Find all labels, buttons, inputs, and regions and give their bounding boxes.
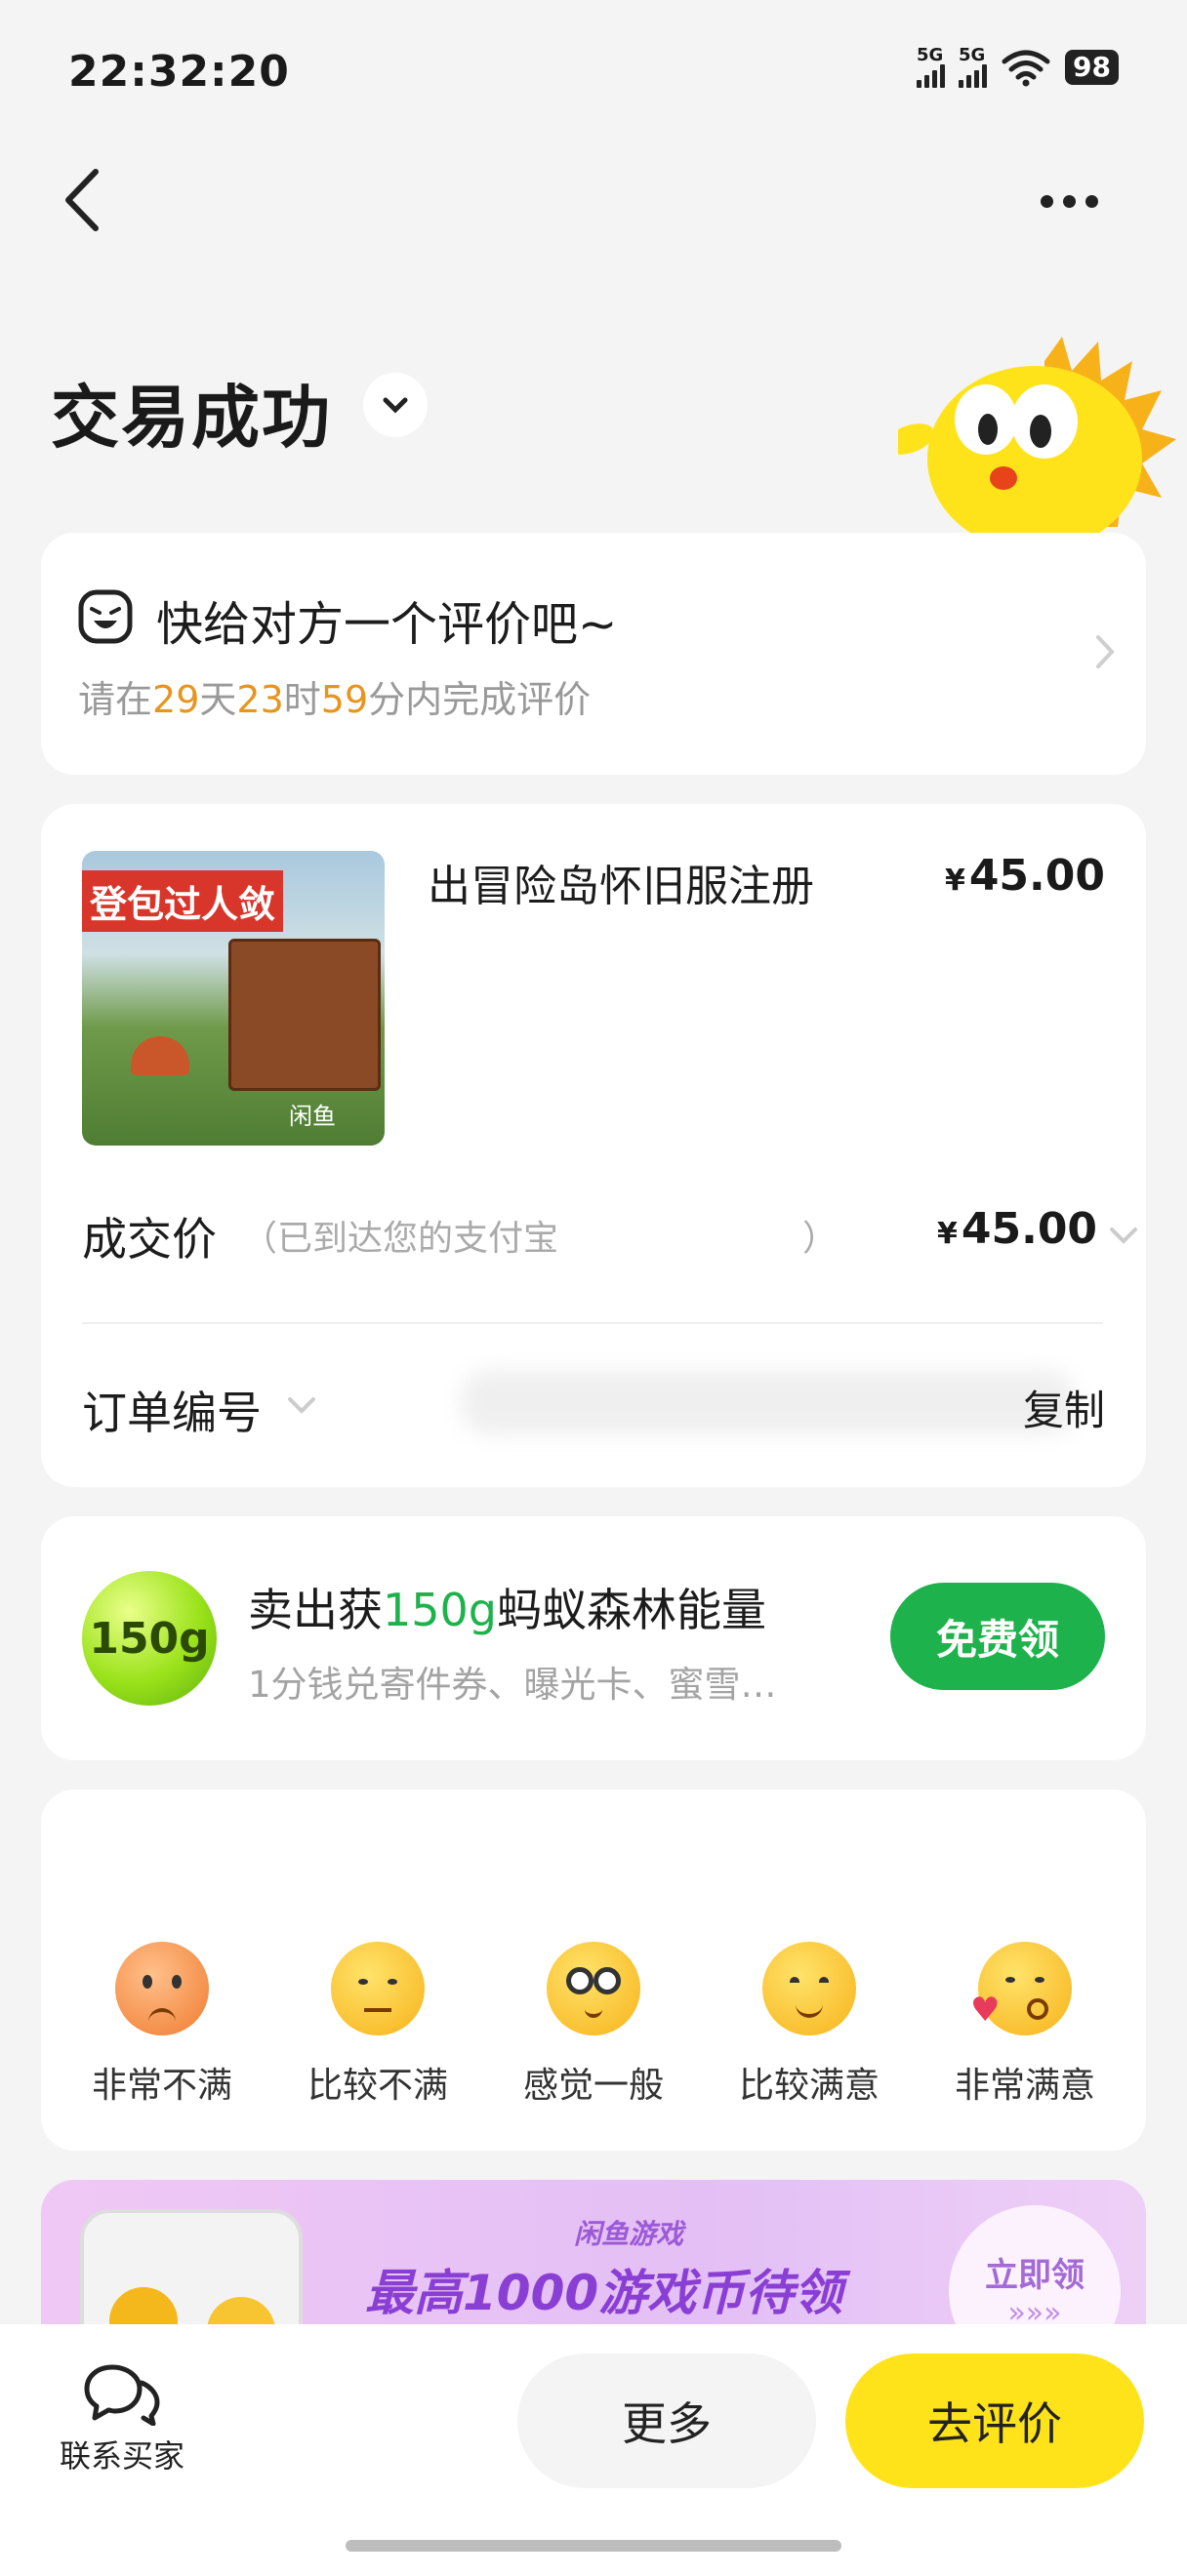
game-sign-graphic <box>228 939 381 1091</box>
go-review-button[interactable]: 去评价 <box>845 2354 1144 2488</box>
fish-mascot-icon <box>898 337 1176 537</box>
product-price: ¥45.00 <box>944 851 1105 901</box>
rating-label: 非常满意 <box>954 2066 1095 2106</box>
rating-neutral[interactable]: 感觉一般 <box>515 1942 672 2108</box>
more-button[interactable]: 更多 <box>517 2354 816 2488</box>
neutral-icon <box>547 1942 640 2035</box>
rating-satisfied[interactable]: 比较满意 <box>731 1942 887 2108</box>
chevron-down-icon <box>383 397 408 414</box>
promo-subtitle: 1分钱兑寄件券、曝光卡、蜜雪… <box>248 1664 777 1706</box>
banner-small-title: 闲鱼游戏 <box>574 2218 684 2250</box>
rating-label: 非常不满 <box>91 2066 232 2106</box>
claim-now-label: 立即领 <box>985 2256 1085 2295</box>
happy-face-icon <box>78 589 133 644</box>
rating-very-satisfied[interactable]: ♥ 非常满意 <box>947 1942 1103 2108</box>
rating-label: 比较满意 <box>738 2066 880 2106</box>
divider <box>82 1322 1103 1324</box>
mushroom-graphic <box>131 1036 189 1075</box>
signal-icon: 5G <box>959 47 988 88</box>
chevron-down-icon[interactable] <box>1107 1224 1140 1247</box>
status-icons: 5G 5G 98 <box>917 47 1119 88</box>
page-title: 交易成功 <box>51 378 332 458</box>
rating-label: 感觉一般 <box>522 2066 664 2106</box>
review-prompt-card[interactable]: 快给对方一个评价吧~ 请在29天23时59分内完成评价 <box>41 533 1146 775</box>
order-number-label: 订单编号 <box>82 1387 262 1439</box>
status-time: 22:32:20 <box>68 47 290 97</box>
rating-label: 比较不满 <box>307 2066 448 2106</box>
order-number-redacted <box>461 1370 1076 1434</box>
very-dissatisfied-icon <box>115 1942 209 2035</box>
order-card: 登包过人敛 闲鱼 出冒险岛怀旧服注册 ¥45.00 成交价 （已到达您的支付宝 … <box>41 804 1146 1487</box>
review-deadline: 请在29天23时59分内完成评价 <box>78 678 592 721</box>
deal-price-note: （已到达您的支付宝 <box>242 1219 559 1259</box>
chevron-down-icon[interactable] <box>285 1393 318 1417</box>
product-watermark: 闲鱼 <box>289 1103 336 1130</box>
promo-card[interactable]: 150g 卖出获150g蚂蚁森林能量 1分钱兑寄件券、曝光卡、蜜雪… 免费领 <box>41 1516 1146 1760</box>
deal-price-label: 成交价 <box>82 1213 217 1266</box>
more-dots-icon[interactable] <box>1041 195 1098 208</box>
chat-icon <box>84 2364 160 2427</box>
contact-buyer-label: 联系买家 <box>59 2437 184 2475</box>
product-image-text: 登包过人敛 <box>82 870 284 932</box>
battery-indicator: 98 <box>1065 50 1119 85</box>
deal-price[interactable]: ¥45.00 <box>937 1204 1097 1254</box>
signal-icon: 5G <box>917 47 946 88</box>
copy-button[interactable]: 复制 <box>1023 1378 1105 1437</box>
review-prompt-title: 快给对方一个评价吧~ <box>156 597 618 652</box>
dissatisfied-icon <box>331 1942 425 2035</box>
promo-title: 卖出获150g蚂蚁森林能量 <box>248 1584 766 1636</box>
contact-buyer-button[interactable]: 联系买家 <box>49 2361 195 2476</box>
product-title[interactable]: 出冒险岛怀旧服注册 <box>428 851 814 913</box>
title-dropdown-button[interactable] <box>363 373 428 437</box>
claim-free-button[interactable]: 免费领 <box>890 1583 1105 1690</box>
rating-dissatisfied[interactable]: 比较不满 <box>300 1942 456 2108</box>
very-satisfied-icon: ♥ <box>970 1942 1072 2035</box>
wifi-icon <box>1002 50 1050 87</box>
back-arrow-icon[interactable] <box>59 166 107 234</box>
deal-price-note-end: ） <box>802 1219 839 1259</box>
product-image[interactable]: 登包过人敛 闲鱼 <box>82 851 385 1146</box>
rating-very-dissatisfied[interactable]: 非常不满 <box>84 1942 240 2108</box>
banner-headline: 最高1000游戏币待领 <box>365 2265 843 2321</box>
satisfied-icon <box>762 1942 856 2035</box>
energy-badge: 150g <box>82 1571 217 1706</box>
chevron-right-icon <box>1096 635 1115 668</box>
home-indicator[interactable] <box>346 2540 841 2552</box>
